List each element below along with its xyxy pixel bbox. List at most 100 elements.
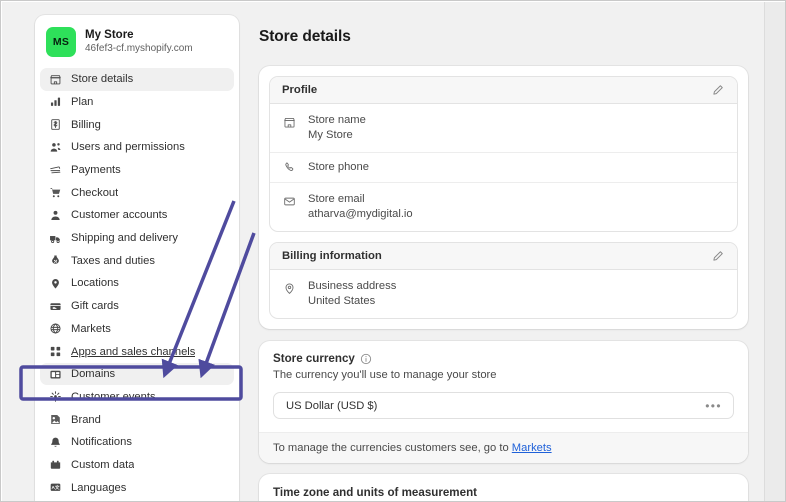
settings-sidebar: MS My Store 46fef3-cf.myshopify.com Stor… (35, 15, 239, 501)
field-store-name-text: Store name My Store (308, 113, 366, 143)
store-currency-subtitle: The currency you'll use to manage your s… (273, 369, 497, 381)
gift-card-icon (48, 299, 62, 313)
apps-grid-icon (48, 345, 62, 359)
users-icon (48, 140, 62, 154)
languages-icon: A文 (48, 481, 62, 495)
plan-icon (48, 95, 62, 109)
sidebar-item-customer-accounts[interactable]: Customer accounts (40, 204, 234, 227)
right-gutter (764, 2, 785, 501)
sidebar-item-store-details[interactable]: Store details (40, 68, 234, 91)
sidebar-item-taxes-and-duties[interactable]: Taxes and duties (40, 250, 234, 273)
sidebar-item-label: Languages (71, 481, 127, 494)
sidebar-item-label: Apps and sales channels (71, 345, 196, 358)
store-currency-value: US Dollar (USD $) (286, 399, 378, 412)
field-store-phone[interactable]: Store phone (270, 152, 737, 182)
shipping-truck-icon (48, 231, 62, 245)
field-store-email[interactable]: Store email atharva@mydigital.io (270, 182, 737, 231)
timezone-title: Time zone and units of measurement (273, 486, 478, 499)
sidebar-item-apps-and-sales-channels[interactable]: Apps and sales channels (40, 340, 234, 363)
field-value: My Store (308, 129, 353, 141)
billing-header: Billing information (270, 243, 737, 270)
field-label: Business address (308, 280, 397, 292)
store-icon (282, 115, 297, 130)
location-pin-icon (48, 276, 62, 290)
sidebar-item-label: Markets (71, 322, 111, 335)
sidebar-item-label: Shipping and delivery (71, 232, 178, 245)
sidebar-item-label: Taxes and duties (71, 254, 155, 267)
sidebar-item-label: Users and permissions (71, 141, 185, 154)
sidebar-item-billing[interactable]: Billing (40, 113, 234, 136)
field-store-name[interactable]: Store name My Store (270, 104, 737, 152)
more-options-icon[interactable]: ••• (705, 400, 722, 412)
store-currency-footer: To manage the currencies customers see, … (259, 432, 748, 463)
store-currency-card: Store currency The currency you'll use t… (259, 341, 748, 463)
profile-heading: Profile (282, 84, 318, 96)
sidebar-item-label: Store details (71, 73, 134, 86)
sidebar-item-brand[interactable]: Brand (40, 408, 234, 431)
sidebar-item-shipping-and-delivery[interactable]: Shipping and delivery (40, 227, 234, 250)
sidebar-nav-list: Store details Plan Billing Users and permis… (35, 68, 239, 501)
field-store-email-text: Store email atharva@mydigital.io (308, 192, 413, 222)
browser-viewport: MS My Store 46fef3-cf.myshopify.com Stor… (0, 0, 786, 502)
brand-icon (48, 413, 62, 427)
bell-icon (48, 435, 62, 449)
sidebar-item-label: Custom data (71, 458, 135, 471)
sidebar-item-customer-events[interactable]: Customer events (40, 386, 234, 409)
sidebar-item-languages[interactable]: A文 Languages (40, 476, 234, 499)
sidebar-item-label: Gift cards (71, 300, 119, 313)
sidebar-item-label: Payments (71, 164, 121, 176)
sidebar-item-label: Locations (71, 277, 119, 290)
sidebar-item-domains[interactable]: Domains (40, 362, 234, 386)
field-business-address-text: Business address United States (308, 279, 396, 309)
sidebar-item-checkout[interactable]: Checkout (40, 181, 234, 204)
timezone-card: Time zone and units of measurement (259, 474, 748, 501)
billing-information-section: Billing information Business address Uni… (269, 242, 738, 319)
svg-text:A文: A文 (51, 484, 59, 491)
store-meta: My Store 46fef3-cf.myshopify.com (85, 28, 193, 56)
customer-account-icon (48, 208, 62, 222)
sidebar-item-label: Plan (71, 95, 94, 108)
checkout-cart-icon (48, 186, 62, 200)
sidebar-item-custom-data[interactable]: Custom data (40, 454, 234, 477)
customer-events-icon (48, 390, 62, 404)
sidebar-item-label: Customer events (71, 390, 156, 403)
info-icon[interactable] (360, 353, 372, 365)
sidebar-item-label: Billing (71, 118, 101, 131)
store-header[interactable]: MS My Store 46fef3-cf.myshopify.com (35, 15, 239, 68)
store-currency-footer-text: To manage the currencies customers see, … (273, 442, 512, 454)
sidebar-item-label: Brand (71, 413, 101, 426)
sidebar-item-plan[interactable]: Plan (40, 91, 234, 114)
profile-billing-card: Profile Store name My Store Store phone … (259, 66, 748, 329)
field-label: Store email (308, 193, 365, 205)
store-currency-select[interactable]: US Dollar (USD $) ••• (273, 392, 734, 419)
sidebar-item-label: Notifications (71, 436, 132, 449)
profile-section: Profile Store name My Store Store phone … (269, 76, 738, 232)
markets-link[interactable]: Markets (512, 442, 552, 454)
sidebar-item-gift-cards[interactable]: Gift cards (40, 295, 234, 318)
sidebar-item-label: Domains (71, 368, 116, 381)
markets-globe-icon (48, 322, 62, 336)
store-currency-title-row: Store currency (273, 352, 734, 365)
store-currency-body: Store currency The currency you'll use t… (259, 341, 748, 432)
field-business-address[interactable]: Business address United States (270, 270, 737, 318)
page-title: Store details (259, 28, 351, 45)
field-store-phone-text: Store phone (308, 160, 369, 175)
pencil-icon[interactable] (710, 248, 726, 264)
sidebar-item-label: Customer accounts (71, 209, 168, 222)
sidebar-item-locations[interactable]: Locations (40, 272, 234, 295)
store-currency-title: Store currency (273, 352, 355, 365)
sidebar-item-payments[interactable]: Payments (40, 159, 234, 182)
store-icon (48, 72, 62, 86)
sidebar-item-users-and-permissions[interactable]: Users and permissions (40, 136, 234, 159)
field-value: United States (308, 295, 376, 307)
sidebar-item-notifications[interactable]: Notifications (40, 431, 234, 454)
field-label: Store phone (308, 161, 369, 173)
billing-heading: Billing information (282, 250, 382, 262)
profile-header: Profile (270, 77, 737, 104)
field-label: Store name (308, 114, 366, 126)
pencil-icon[interactable] (710, 82, 726, 98)
store-name: My Store (85, 29, 134, 41)
sidebar-item-label: Checkout (71, 186, 119, 199)
sidebar-item-markets[interactable]: Markets (40, 318, 234, 341)
field-value: atharva@mydigital.io (308, 208, 413, 220)
